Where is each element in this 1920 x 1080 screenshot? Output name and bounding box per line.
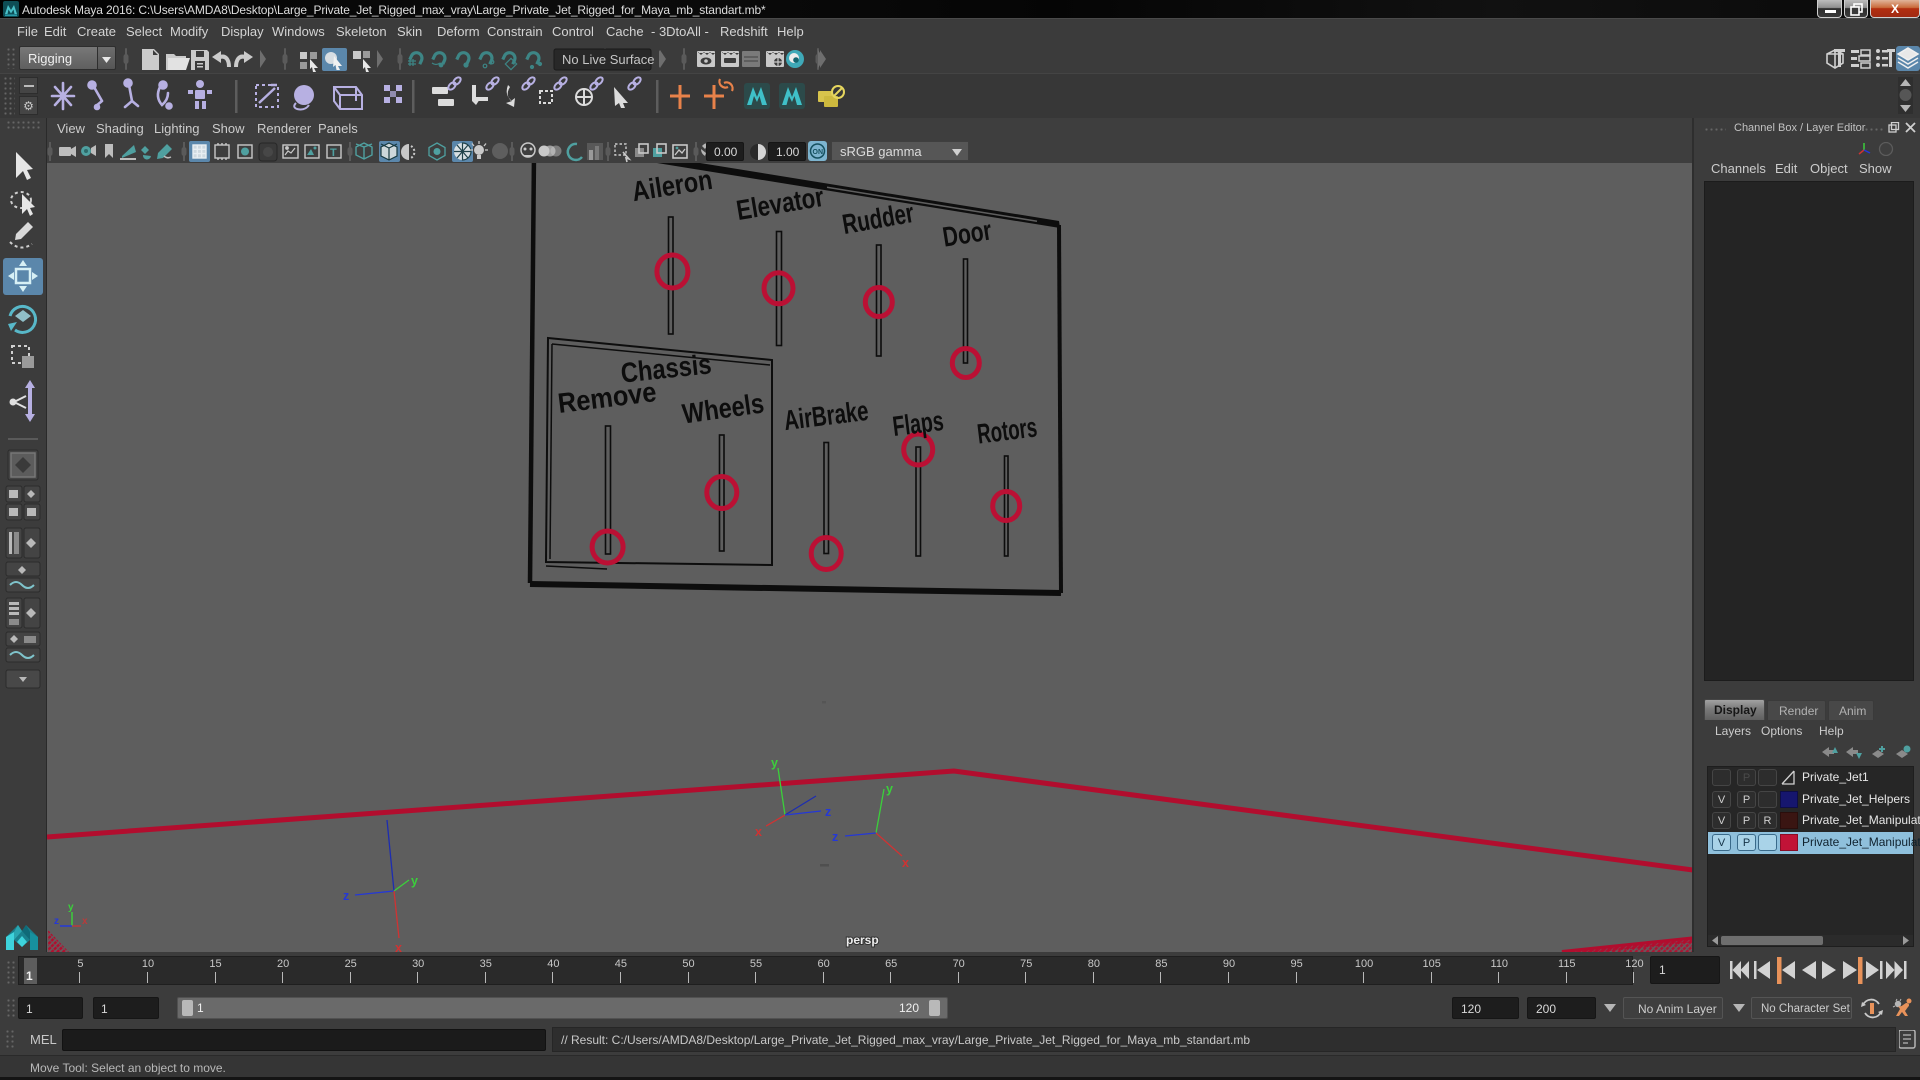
svg-text:Door: Door: [941, 216, 994, 254]
svg-text:x: x: [82, 916, 88, 927]
svg-text:Rudder: Rudder: [840, 198, 917, 241]
svg-text:x: x: [755, 825, 762, 839]
svg-text:Flaps: Flaps: [891, 406, 945, 443]
svg-text:Remove: Remove: [556, 376, 658, 419]
svg-text:y: y: [411, 874, 418, 888]
svg-text:x: x: [395, 941, 402, 952]
svg-text:Rotors: Rotors: [975, 412, 1038, 451]
svg-text:y: y: [886, 782, 893, 796]
svg-text:z: z: [825, 805, 831, 819]
svg-text:x: x: [902, 856, 909, 870]
svg-text:Wheels: Wheels: [680, 389, 765, 430]
svg-text:Aileron: Aileron: [630, 165, 715, 208]
svg-text:Elevator: Elevator: [734, 182, 826, 227]
svg-text:No Live Surface: No Live Surface: [562, 52, 655, 67]
svg-text:y: y: [771, 756, 778, 770]
svg-text:ON: ON: [813, 149, 824, 156]
svg-text:T: T: [330, 147, 337, 159]
svg-text:y: y: [68, 902, 74, 913]
svg-text:AirBrake: AirBrake: [782, 396, 870, 437]
svg-text:z: z: [832, 830, 838, 844]
svg-text:z: z: [54, 916, 59, 927]
svg-text:persp: persp: [846, 933, 879, 947]
svg-text:z: z: [343, 889, 349, 903]
